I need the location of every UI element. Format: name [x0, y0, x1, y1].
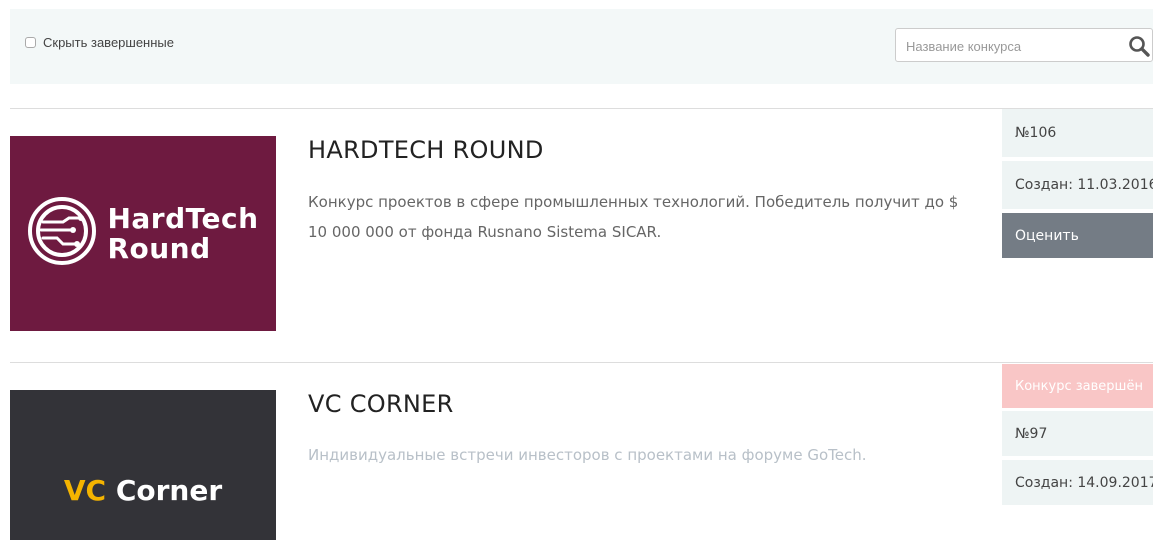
contest-number: №106 [1002, 109, 1153, 157]
hide-completed-label: Скрыть завершенные [43, 35, 174, 50]
search-box [895, 28, 1153, 62]
contest-logo-vc-corner[interactable]: VC Corner [10, 390, 276, 540]
hide-completed-checkbox[interactable] [25, 37, 36, 48]
contest-description: Конкурс проектов в сфере промышленных те… [308, 193, 959, 241]
filter-bar: Скрыть завершенные [10, 9, 1153, 84]
hide-completed-toggle[interactable]: Скрыть завершенные [25, 35, 174, 50]
contest-title[interactable]: HARDTECH ROUND [308, 136, 544, 164]
logo-wordmark: HardTech Round [107, 201, 259, 265]
logo-accent-text: VC [63, 473, 107, 507]
contest-title[interactable]: VC CORNER [308, 390, 454, 418]
logo-line: Round [107, 231, 211, 265]
contest-logo-hardtech[interactable]: HardTech Round [10, 136, 276, 331]
contest-created-date: Создан: 14.09.2017 [1002, 460, 1153, 505]
divider [10, 108, 1153, 109]
contest-description: Индивидуальные встречи инвесторов с прое… [308, 446, 867, 464]
logo-line: HardTech [107, 201, 259, 235]
search-input[interactable] [906, 37, 1116, 55]
logo-text: Corner [115, 473, 223, 507]
contest-created-date: Создан: 11.03.2016 [1002, 161, 1153, 209]
contest-ended-badge: Конкурс завершён [1002, 364, 1153, 408]
logo-wordmark: VC Corner [64, 474, 222, 507]
rate-button[interactable]: Оценить [1002, 213, 1153, 258]
circuit-icon [27, 196, 97, 271]
contest-number: №97 [1002, 411, 1153, 456]
search-icon[interactable] [1128, 35, 1150, 57]
divider [10, 362, 1153, 363]
